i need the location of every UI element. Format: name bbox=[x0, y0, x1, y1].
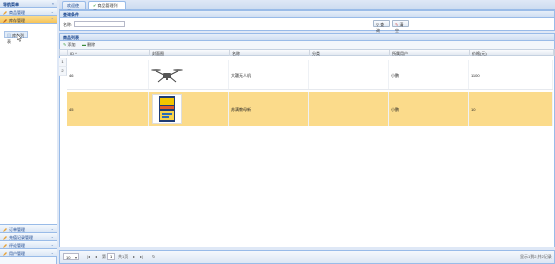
clear-button[interactable]: ✎ 清空 bbox=[392, 20, 409, 33]
search-button[interactable]: ⚲ 查询 bbox=[373, 20, 390, 33]
sidebar: 导航菜单 « 商品管理 ⌄ 库存管理 ⌃ ▤ 库存列表 订单管理 ⌄ 充值记录管… bbox=[0, 0, 57, 264]
refresh-icon[interactable]: ↻ bbox=[152, 254, 155, 259]
sidebar-section-products[interactable]: 商品管理 ⌄ bbox=[0, 8, 57, 16]
cell-cover bbox=[149, 60, 229, 89]
page-prefix: 第 bbox=[102, 254, 106, 259]
eraser-icon: ✎ bbox=[395, 22, 399, 27]
pencil-icon bbox=[3, 11, 7, 15]
check-icon: ✔ bbox=[93, 3, 97, 8]
record-summary: 显示1到2,共2记录 bbox=[520, 254, 552, 259]
pencil-icon: ✎ bbox=[63, 42, 67, 47]
sidebar-section-users[interactable]: 用户管理 ⌄ bbox=[0, 249, 57, 257]
cell-price: 1100 bbox=[469, 60, 553, 89]
sidebar-title: 导航菜单 « bbox=[0, 0, 57, 8]
first-page-icon[interactable]: |◂ bbox=[87, 254, 90, 259]
cell-category bbox=[309, 92, 389, 126]
name-label: 名称: bbox=[63, 22, 73, 27]
cell-owner: 小鹏 bbox=[389, 60, 469, 89]
cell-name: 大疆无人机 bbox=[229, 60, 309, 89]
page-count: 共1页 bbox=[118, 254, 129, 259]
chevron-up-icon: ⌃ bbox=[50, 17, 54, 22]
chevron-down-icon: ⌄ bbox=[50, 234, 54, 239]
sidebar-section-recharge[interactable]: 充值记录管理 ⌄ bbox=[0, 233, 57, 241]
cell-price: 10 bbox=[469, 92, 553, 126]
chevron-down-icon: ⌄ bbox=[50, 9, 54, 14]
cell-id: 45 bbox=[67, 92, 149, 126]
book-cover-image bbox=[152, 94, 182, 124]
cell-owner: 小鹏 bbox=[389, 92, 469, 126]
pencil-icon bbox=[3, 252, 7, 256]
cell-name: 苏满教母新 bbox=[229, 92, 309, 126]
pencil-icon bbox=[3, 244, 7, 248]
mouse-cursor-icon bbox=[16, 33, 23, 42]
sidebar-section-inventory[interactable]: 库存管理 ⌃ bbox=[0, 16, 57, 24]
grid-panel-header: 商品列表 bbox=[59, 33, 555, 41]
chevron-down-icon: ⌄ bbox=[50, 226, 54, 231]
grid-header: ID ^ 封面图 名称 分类 所属用户 价格(元) bbox=[59, 49, 555, 57]
next-page-icon[interactable]: ▸ bbox=[133, 254, 135, 259]
page-size-select[interactable]: 10 ▾ bbox=[63, 253, 79, 260]
tab-product-list[interactable]: ✔ 商品管理列表× bbox=[88, 1, 126, 14]
row-number: 2 bbox=[59, 67, 67, 76]
sidebar-section-orders[interactable]: 订单管理 ⌄ bbox=[0, 225, 57, 233]
sidebar-submenu bbox=[0, 24, 57, 225]
sidebar-section-comments[interactable]: 评论管理 ⌄ bbox=[0, 241, 57, 249]
drone-image bbox=[151, 67, 183, 83]
prev-page-icon[interactable]: ◂ bbox=[95, 254, 97, 259]
page-number-input[interactable] bbox=[107, 253, 115, 260]
cell-id: 46 bbox=[67, 60, 149, 89]
collapse-icon[interactable]: « bbox=[52, 1, 54, 6]
row-number: 1 bbox=[59, 58, 67, 67]
table-row[interactable]: 46 大疆无人机 小鹏 1100 bbox=[67, 60, 553, 90]
delete-button[interactable]: ▬ 删除 bbox=[82, 42, 95, 48]
list-icon: ▤ bbox=[7, 33, 11, 38]
cell-category bbox=[309, 60, 389, 89]
name-input[interactable] bbox=[74, 21, 125, 27]
cell-cover bbox=[149, 92, 229, 126]
sidebar-item-inventory-list[interactable]: ▤ 库存列表 bbox=[4, 31, 28, 44]
tab-bar: 欢迎使用× ✔ 商品管理列表× bbox=[59, 0, 555, 14]
dropdown-arrow-icon: ▾ bbox=[74, 255, 77, 260]
query-panel-header: 查询条件 bbox=[59, 10, 555, 18]
pencil-icon bbox=[3, 236, 7, 240]
chevron-down-icon: ⌄ bbox=[50, 242, 54, 247]
add-button[interactable]: ✎ 添加 bbox=[63, 42, 75, 48]
query-panel: 名称: ⚲ 查询 ✎ 清空 bbox=[59, 18, 555, 33]
grid-toolbar: ✎ 添加 ▬ 删除 bbox=[59, 41, 555, 49]
table-row-selected[interactable]: 45 苏满教母新 小鹏 10 bbox=[67, 92, 553, 126]
pencil-icon bbox=[3, 228, 7, 232]
tab-welcome[interactable]: 欢迎使用× bbox=[62, 1, 86, 14]
last-page-icon[interactable]: ▸| bbox=[140, 254, 143, 259]
search-icon: ⚲ bbox=[376, 22, 379, 27]
delete-icon: ▬ bbox=[82, 42, 86, 47]
pencil-icon bbox=[3, 19, 7, 23]
pagination-bar: 10 ▾ |◂ ◂ 第 共1页 ▸ ▸| ↻ 显示1到2,共2记录 bbox=[59, 250, 555, 264]
chevron-down-icon: ⌄ bbox=[50, 250, 54, 255]
